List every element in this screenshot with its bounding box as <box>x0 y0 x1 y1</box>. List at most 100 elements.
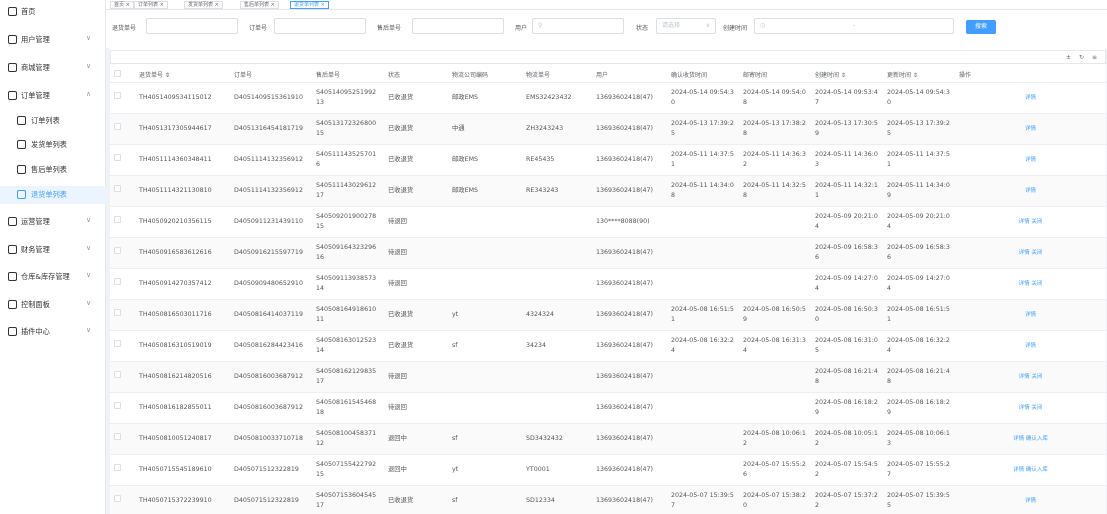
row-action-link[interactable]: 详情 <box>1025 343 1036 349</box>
sidebar-item-3[interactable]: 订单管理 ∧ <box>0 87 106 105</box>
table-cell: 已收退货 <box>384 485 448 514</box>
sidebar-item-0[interactable]: 首页 <box>0 3 106 21</box>
row-action-link[interactable]: 详情 <box>1025 188 1036 194</box>
column-header-9: 邮寄时间 <box>739 67 811 83</box>
chevron-icon: ∨ <box>86 216 92 224</box>
table-cell: 待退回 <box>384 268 448 300</box>
column-header-1[interactable]: 退货单号 ⇕ <box>135 67 230 83</box>
row-action-link[interactable]: 详情 <box>1025 95 1036 101</box>
row-action-link[interactable]: 详情 关闭 <box>1019 250 1043 256</box>
search-button[interactable]: 搜索 <box>966 20 996 34</box>
row-action-link[interactable]: 详情 <box>1025 312 1036 318</box>
status-select[interactable]: 请选择 ∨ <box>656 18 716 34</box>
return-no-input[interactable] <box>146 18 238 34</box>
row-action-link[interactable]: 详情 关闭 <box>1019 374 1043 380</box>
user-input[interactable]: ⚲ <box>532 18 624 34</box>
row-checkbox[interactable] <box>114 433 121 440</box>
table-cell: sf <box>448 423 522 455</box>
table-cell: 13693602418(47) <box>592 237 667 269</box>
select-all-checkbox[interactable] <box>114 69 121 77</box>
row-checkbox[interactable] <box>114 464 121 471</box>
add-icon[interactable]: ± <box>1066 54 1071 61</box>
row-checkbox[interactable] <box>114 123 121 130</box>
sidebar-item-10[interactable]: 仓库&库存管理 ∨ <box>0 268 106 286</box>
table-cell: 13693602418(47) <box>592 82 667 114</box>
row-checkbox[interactable] <box>114 371 121 378</box>
sidebar-item-7[interactable]: 退货单列表 <box>0 186 106 204</box>
table-cell: TH4050816503011716 <box>135 299 230 331</box>
refresh-icon[interactable]: ↻ <box>1079 54 1084 61</box>
table-cell: 2024-05-07 15:38:2 0 <box>739 485 811 514</box>
chevron-icon: ∨ <box>86 62 92 70</box>
table-cell <box>739 268 811 300</box>
row-checkbox[interactable] <box>114 309 121 316</box>
created-date-range[interactable]: ◷ - <box>754 18 954 34</box>
table-cell: D4051409515361910 <box>230 82 312 114</box>
chevron-icon: ∧ <box>86 90 92 98</box>
row-checkbox[interactable] <box>114 495 121 502</box>
table-row: TH4051317305944617 D4051316454181719 S4051… <box>110 113 1106 145</box>
table-cell: EMS32423432 <box>522 82 592 114</box>
sidebar-item-12[interactable]: 插件中心 ∨ <box>0 323 106 341</box>
table-cell: 2024-05-11 14:37:5 1 <box>883 144 955 176</box>
table-cell <box>739 206 811 238</box>
sidebar-item-label: 首页 <box>21 7 36 16</box>
table-row: TH4050816214820516 D4050816003687912 S4050… <box>110 361 1106 393</box>
table-cell <box>739 237 811 269</box>
settings-icon[interactable]: ≡ <box>1092 54 1097 61</box>
table-cell <box>739 361 811 393</box>
row-checkbox[interactable] <box>114 278 121 285</box>
order-no-input[interactable] <box>274 18 366 34</box>
table-cell: 已收退货 <box>384 299 448 331</box>
row-action-link[interactable]: 详情 <box>1025 498 1036 504</box>
clock-icon: ◷ <box>760 22 766 29</box>
table-cell: 13693602418(47) <box>592 144 667 176</box>
table-cell <box>667 206 739 238</box>
tab-2[interactable]: 发货单列表 × <box>184 1 223 9</box>
row-checkbox[interactable] <box>114 185 121 192</box>
sidebar-item-9[interactable]: 财务管理 ∨ <box>0 241 106 259</box>
sidebar-item-8[interactable]: 运营管理 ∨ <box>0 213 106 231</box>
sidebar-item-4[interactable]: 订单列表 <box>0 112 106 130</box>
row-action-link[interactable]: 详情 确认入库 <box>1013 436 1048 442</box>
row-action-link[interactable]: 详情 关闭 <box>1019 281 1043 287</box>
tab-1[interactable]: 订单列表 × <box>134 1 168 9</box>
row-action-link[interactable]: 详情 关闭 <box>1019 405 1043 411</box>
sidebar-item-5[interactable]: 发货单列表 <box>0 136 106 154</box>
chevron-down-icon: ∨ <box>705 22 710 29</box>
tab-4[interactable]: 退货单列表 × <box>290 1 329 9</box>
table-row: TH4051114321130810 D4051114132356912 S4051… <box>110 175 1106 207</box>
column-header-5: 物流公司编码 <box>448 67 522 83</box>
table-cell: D405071512322819 <box>230 454 312 486</box>
column-header-10[interactable]: 创建时间 ⇕ <box>811 67 883 83</box>
row-checkbox[interactable] <box>114 402 121 409</box>
table-cell: 2024-05-08 16:31:0 5 <box>811 330 883 362</box>
sidebar-item-label: 仓库&库存管理 <box>21 272 70 281</box>
row-actions: 详情 关闭 <box>955 268 1106 300</box>
tab-3[interactable]: 售后单列表 × <box>240 1 279 9</box>
column-header-11[interactable]: 更新时间 ⇕ <box>883 67 955 83</box>
row-checkbox[interactable] <box>114 216 121 223</box>
row-action-link[interactable]: 详情 关闭 <box>1019 219 1043 225</box>
user-label: 用户 <box>515 25 528 32</box>
table-row: TH4050920210356115 D4050911231439110 S4050… <box>110 206 1106 238</box>
after-no-input[interactable] <box>412 18 504 34</box>
tab-0[interactable]: 首页 × <box>110 1 134 9</box>
row-checkbox[interactable] <box>114 92 121 99</box>
row-checkbox[interactable] <box>114 154 121 161</box>
row-action-link[interactable]: 详情 <box>1025 126 1036 132</box>
row-checkbox[interactable] <box>114 340 121 347</box>
table-cell: S40508100458371 12 <box>312 423 384 455</box>
row-action-link[interactable]: 详情 确认入库 <box>1013 467 1048 473</box>
return-order-table: 退货单号 ⇕ 订单号 售后单号 状态 物流公司编码 物流单号 用户 确认收货时间 邮寄时间 创建时… <box>110 67 1106 514</box>
sidebar-item-label: 订单列表 <box>31 116 60 125</box>
column-header-2: 订单号 <box>230 67 312 83</box>
row-checkbox[interactable] <box>114 247 121 254</box>
row-action-link[interactable]: 详情 <box>1025 157 1036 163</box>
sidebar-item-1[interactable]: 用户管理 ∨ <box>0 31 106 49</box>
sidebar-item-2[interactable]: 商城管理 ∨ <box>0 59 106 77</box>
sidebar-item-6[interactable]: 售后单列表 <box>0 161 106 179</box>
sidebar-item-11[interactable]: 控制面板 ∨ <box>0 296 106 314</box>
table-row: TH4050715545189610 D405071512322819 S40507… <box>110 454 1106 486</box>
row-actions: 详情 <box>955 113 1106 145</box>
